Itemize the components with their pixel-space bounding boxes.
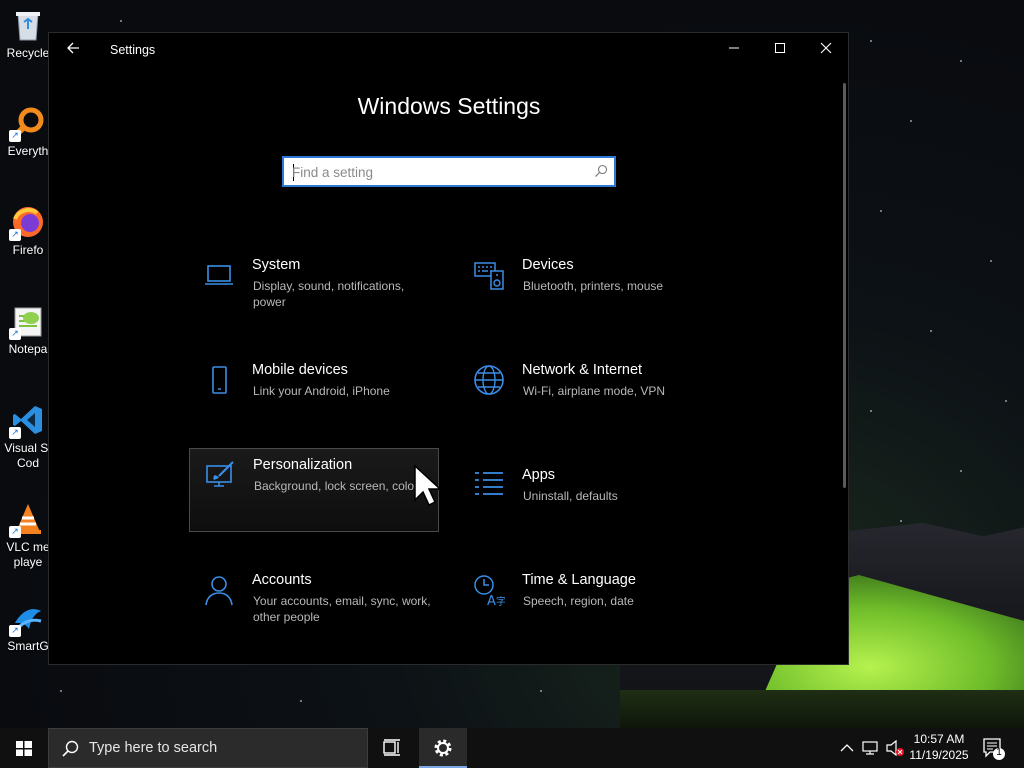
shortcut-arrow-icon: ↗ bbox=[9, 229, 21, 241]
category-personalization[interactable]: Personalization Background, lock screen,… bbox=[189, 448, 439, 532]
minimize-button[interactable] bbox=[711, 33, 757, 67]
category-apps[interactable]: Apps Uninstall, defaults bbox=[459, 459, 709, 543]
everything-search-icon: ↗ bbox=[9, 106, 45, 142]
recycle-bin-icon bbox=[11, 8, 45, 42]
mouse-cursor-icon bbox=[414, 464, 441, 507]
search-icon bbox=[595, 164, 608, 177]
keyboard-speaker-icon bbox=[474, 262, 504, 290]
category-mobile-devices[interactable]: Mobile devices Link your Android, iPhone bbox=[189, 354, 439, 438]
title-bar[interactable]: Settings bbox=[49, 33, 848, 67]
category-title: Time & Language bbox=[522, 572, 636, 588]
back-button[interactable] bbox=[63, 41, 83, 59]
vscode-icon: ↗ bbox=[9, 403, 45, 439]
grass bbox=[620, 690, 1024, 728]
paint-brush-icon bbox=[206, 461, 234, 487]
category-accounts[interactable]: Accounts Your accounts, email, sync, wor… bbox=[189, 564, 439, 648]
taskbar: Type here to search 10:57 AM 11/19/2025 … bbox=[0, 728, 1024, 768]
shortcut-arrow-icon: ↗ bbox=[9, 130, 21, 142]
start-button[interactable] bbox=[0, 728, 48, 768]
smartgit-icon: ↗ bbox=[9, 601, 45, 637]
category-title: Accounts bbox=[252, 572, 312, 588]
time-language-icon: A字 bbox=[474, 575, 505, 606]
category-description: Wi-Fi, airplane mode, VPN bbox=[523, 384, 666, 398]
notification-icon bbox=[983, 738, 1005, 760]
category-system[interactable]: System Display, sound, notifications, po… bbox=[189, 249, 439, 333]
notepad-plus-plus-icon: ↗ bbox=[9, 304, 45, 340]
settings-window: Settings Windows Settings System Display… bbox=[48, 32, 849, 665]
category-description: Your accounts, email, sync, work, other … bbox=[253, 594, 431, 624]
task-view-button[interactable] bbox=[368, 728, 416, 768]
action-center-button[interactable]: 1 bbox=[978, 736, 1008, 762]
taskbar-search-placeholder: Type here to search bbox=[89, 740, 218, 756]
svg-text:字: 字 bbox=[496, 595, 505, 606]
category-title: System bbox=[252, 257, 301, 273]
window-title: Settings bbox=[110, 43, 156, 57]
person-icon bbox=[205, 576, 233, 606]
clock[interactable]: 10:57 AM 11/19/2025 bbox=[904, 731, 974, 763]
search-icon bbox=[62, 740, 79, 757]
category-description: Link your Android, iPhone bbox=[253, 384, 390, 398]
category-title: Personalization bbox=[253, 457, 353, 473]
shortcut-arrow-icon: ↗ bbox=[9, 427, 21, 439]
globe-icon bbox=[474, 365, 504, 395]
category-title: Network & Internet bbox=[522, 362, 643, 378]
network-disconnected-icon bbox=[862, 741, 878, 755]
taskbar-search-box[interactable]: Type here to search bbox=[48, 728, 368, 768]
close-button[interactable] bbox=[803, 33, 849, 67]
apps-list-icon bbox=[475, 472, 503, 495]
laptop-icon bbox=[205, 265, 233, 285]
back-arrow-icon bbox=[67, 42, 79, 54]
gear-icon bbox=[434, 739, 452, 757]
clock-time: 10:57 AM bbox=[913, 732, 965, 746]
shortcut-arrow-icon: ↗ bbox=[9, 328, 21, 340]
scrollbar[interactable] bbox=[843, 83, 846, 488]
phone-icon bbox=[212, 366, 227, 394]
category-title: Mobile devices bbox=[252, 362, 348, 378]
windows-logo-icon bbox=[16, 741, 32, 756]
svg-text:A: A bbox=[487, 594, 496, 606]
volume-tray-button[interactable] bbox=[884, 728, 906, 768]
category-title: Apps bbox=[522, 467, 556, 483]
vlc-icon: ↗ bbox=[9, 502, 45, 538]
category-description: Uninstall, defaults bbox=[523, 489, 618, 503]
firefox-icon: ↗ bbox=[9, 205, 45, 241]
maximize-button[interactable] bbox=[757, 33, 803, 67]
volume-muted-icon bbox=[886, 739, 904, 757]
settings-search-box[interactable] bbox=[282, 156, 616, 187]
close-icon bbox=[820, 42, 832, 54]
minimize-icon bbox=[729, 47, 739, 49]
category-description: Bluetooth, printers, mouse bbox=[523, 279, 664, 293]
taskbar-settings-app[interactable] bbox=[419, 728, 467, 768]
shortcut-arrow-icon: ↗ bbox=[9, 625, 21, 637]
category-description: Speech, region, date bbox=[523, 594, 634, 608]
page-title: Windows Settings bbox=[357, 93, 541, 119]
category-title: Devices bbox=[522, 257, 574, 273]
show-hidden-icons-button[interactable] bbox=[838, 728, 856, 768]
category-description: Background, lock screen, colors bbox=[254, 479, 425, 493]
search-input[interactable] bbox=[292, 162, 582, 182]
chevron-up-icon bbox=[840, 744, 854, 752]
maximize-icon bbox=[775, 43, 785, 53]
category-description: Display, sound, notifications, power bbox=[253, 279, 405, 309]
category-devices[interactable]: Devices Bluetooth, printers, mouse bbox=[459, 249, 709, 333]
network-tray-button[interactable] bbox=[860, 728, 882, 768]
category-time-language[interactable]: A字 Time & Language Speech, region, date bbox=[459, 564, 709, 648]
clock-date: 11/19/2025 bbox=[909, 748, 969, 762]
task-view-icon bbox=[383, 739, 400, 756]
category-network-internet[interactable]: Network & Internet Wi-Fi, airplane mode,… bbox=[459, 354, 709, 438]
notification-count-badge: 1 bbox=[996, 747, 1002, 758]
shortcut-arrow-icon: ↗ bbox=[9, 526, 21, 538]
